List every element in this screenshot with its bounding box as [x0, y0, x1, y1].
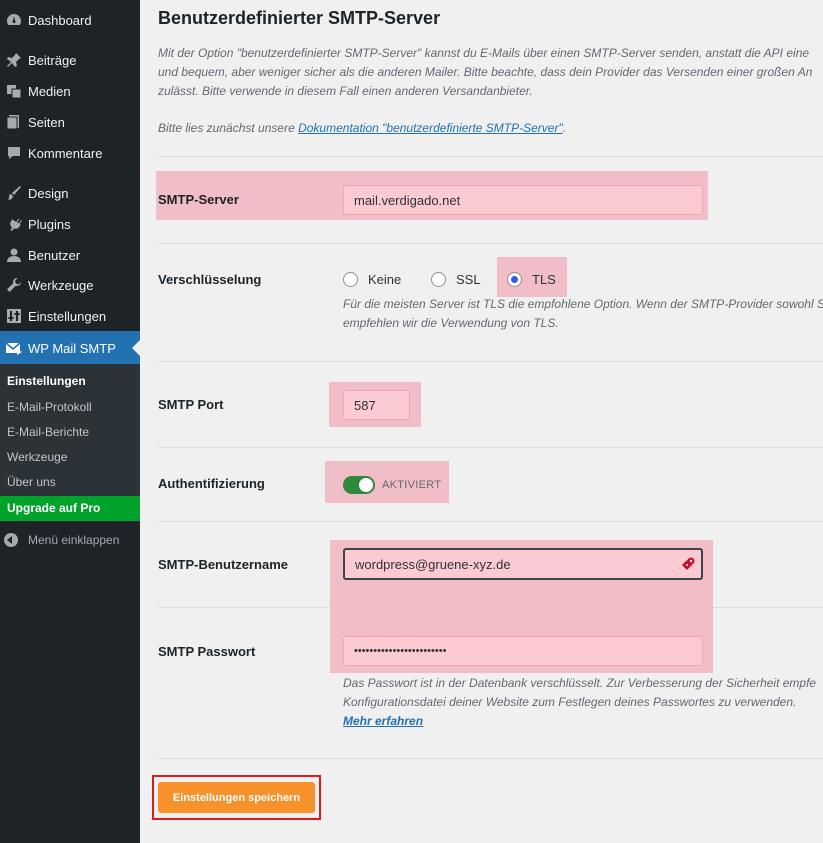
password-manager-key-icon[interactable]	[681, 557, 695, 571]
divider	[158, 758, 823, 759]
brush-icon	[4, 183, 24, 203]
encryption-help: empfehlen wir die Verwendung von TLS.	[343, 316, 559, 330]
radio-label: Keine	[368, 272, 402, 287]
radio-label: TLS	[532, 272, 556, 287]
divider	[158, 156, 823, 157]
submenu-item-email-reports[interactable]: E-Mail-Berichte	[7, 423, 89, 441]
sidebar-item-label: Beiträge	[28, 52, 77, 68]
submenu-item-settings[interactable]: Einstellungen	[7, 372, 86, 390]
sidebar-item-dashboard[interactable]: Dashboard	[0, 3, 140, 37]
sidebar-item-design[interactable]: Design	[0, 176, 140, 210]
radio-circle[interactable]	[431, 272, 446, 287]
documentation-link[interactable]: Dokumentation "benutzerdefinierte SMTP-S…	[298, 121, 563, 135]
smtp-server-label: SMTP-Server	[158, 192, 239, 207]
password-help: Konfigurationsdatei deiner Website zum F…	[343, 695, 797, 709]
authentication-label: Authentifizierung	[158, 476, 265, 491]
description-line: zulässt. Bitte verwende in diesem Fall e…	[158, 84, 533, 98]
user-icon	[4, 245, 24, 265]
smtp-username-label: SMTP-Benutzername	[158, 557, 289, 572]
comments-icon	[4, 143, 24, 163]
description-line: Mit der Option "benutzerdefinierter SMTP…	[158, 46, 810, 60]
divider	[713, 607, 823, 608]
smtp-password-input[interactable]: ••••••••••••••••••••••••	[343, 636, 703, 666]
sidebar-item-label: Seiten	[28, 114, 65, 130]
collapse-menu-button[interactable]: Menü einklappen	[4, 533, 119, 547]
divider	[158, 521, 823, 522]
mail-icon	[4, 338, 24, 358]
doc-suffix: .	[562, 121, 567, 135]
page-title: Benutzerdefinierter SMTP-Server	[158, 8, 441, 28]
media-icon	[4, 81, 24, 101]
wrench-icon	[4, 275, 24, 295]
encryption-help: Für die meisten Server ist TLS die empfo…	[343, 297, 823, 311]
plugin-icon	[4, 214, 24, 234]
sidebar-item-label: Einstellungen	[28, 308, 107, 324]
pin-icon	[4, 50, 24, 70]
sidebar-item-media[interactable]: Medien	[0, 74, 140, 108]
password-help: Das Passwort ist in der Datenbank versch…	[343, 676, 817, 690]
authentication-toggle[interactable]	[343, 476, 375, 494]
admin-sidebar: Dashboard Beiträge Medien Seiten Komment…	[0, 0, 140, 843]
authentication-state: AKTIVIERT	[382, 479, 442, 491]
sidebar-item-settings[interactable]: Einstellungen	[0, 299, 140, 333]
description-line: und bequem, aber weniger sicher als die …	[158, 65, 813, 79]
more-info-row: Mehr erfahren	[343, 712, 423, 731]
sidebar-item-label: WP Mail SMTP	[28, 340, 116, 356]
sidebar-item-plugins[interactable]: Plugins	[0, 207, 140, 241]
divider	[158, 361, 823, 362]
smtp-password-label: SMTP Passwort	[158, 644, 256, 659]
sidebar-item-label: Dashboard	[28, 12, 92, 28]
smtp-port-label: SMTP Port	[158, 397, 224, 412]
active-indicator	[132, 340, 140, 356]
radio-none[interactable]: Keine	[343, 272, 401, 287]
radio-circle[interactable]	[343, 272, 358, 287]
sidebar-item-users[interactable]: Benutzer	[0, 238, 140, 272]
sidebar-item-label: Plugins	[28, 216, 71, 232]
divider	[158, 243, 823, 244]
main-content: Benutzerdefinierter SMTP-Server Mit der …	[140, 0, 823, 843]
sidebar-item-tools[interactable]: Werkzeuge	[0, 268, 140, 302]
submenu-item-tools[interactable]: Werkzeuge	[7, 448, 67, 466]
divider	[158, 447, 823, 448]
submenu-item-email-log[interactable]: E-Mail-Protokoll	[7, 398, 92, 416]
smtp-username-input[interactable]: wordpress@gruene-xyz.de	[343, 548, 703, 580]
settings-icon	[4, 306, 24, 326]
radio-label: SSL	[456, 272, 481, 287]
upgrade-pro-link[interactable]: Upgrade auf Pro	[0, 496, 140, 521]
smtp-port-input[interactable]: 587	[343, 390, 410, 420]
documentation-note: Bitte lies zunächst unsere Dokumentation…	[158, 119, 566, 138]
sidebar-item-label: Design	[28, 185, 69, 201]
learn-more-link[interactable]: Mehr erfahren	[343, 714, 423, 728]
save-button-highlight: Einstellungen speichern	[152, 775, 321, 820]
toggle-knob	[359, 478, 373, 492]
sidebar-item-comments[interactable]: Kommentare	[0, 136, 140, 170]
sidebar-item-label: Medien	[28, 83, 71, 99]
radio-circle-checked[interactable]	[507, 272, 522, 287]
collapse-menu-label: Menü einklappen	[28, 533, 120, 547]
sidebar-item-pages[interactable]: Seiten	[0, 105, 140, 139]
sidebar-item-label: Werkzeuge	[28, 277, 94, 293]
smtp-server-input[interactable]: mail.verdigado.net	[343, 185, 703, 215]
divider	[158, 607, 330, 608]
doc-prefix: Bitte lies zunächst unsere	[158, 121, 295, 135]
sidebar-item-wp-mail-smtp[interactable]: WP Mail SMTP	[0, 331, 140, 365]
sidebar-item-label: Benutzer	[28, 247, 81, 263]
radio-ssl[interactable]: SSL	[431, 272, 481, 287]
sidebar-item-posts[interactable]: Beiträge	[0, 43, 140, 77]
radio-tls[interactable]: TLS	[507, 272, 556, 287]
collapse-arrow-icon	[4, 533, 18, 547]
submenu-item-about[interactable]: Über uns	[7, 473, 56, 491]
username-value: wordpress@gruene-xyz.de	[355, 556, 511, 572]
encryption-label: Verschlüsselung	[158, 272, 262, 287]
dashboard-icon	[4, 10, 24, 30]
save-settings-button[interactable]: Einstellungen speichern	[158, 782, 315, 813]
pages-icon	[4, 112, 24, 132]
sidebar-item-label: Kommentare	[28, 145, 103, 161]
